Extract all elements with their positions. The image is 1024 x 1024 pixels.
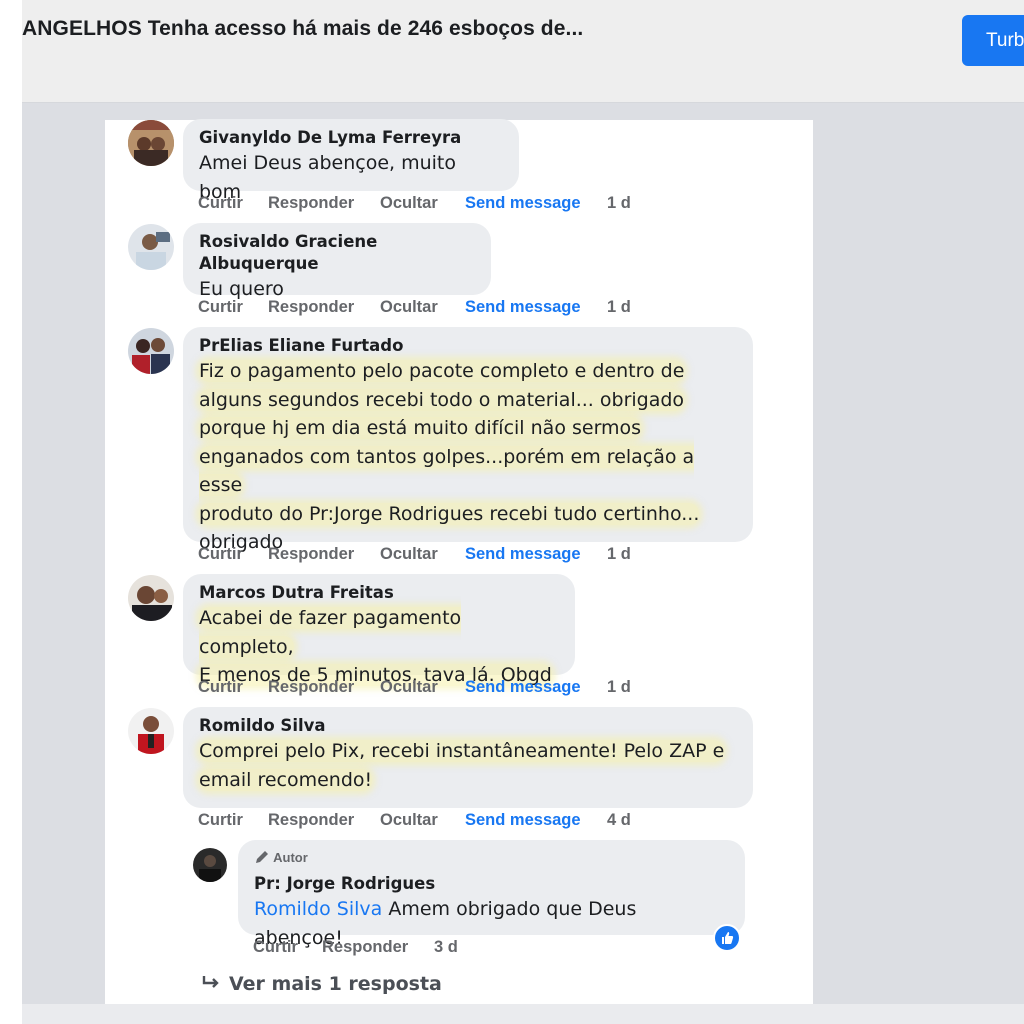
boost-button[interactable]: Turb bbox=[962, 15, 1024, 66]
send-message-button[interactable]: Send message bbox=[465, 678, 581, 697]
comment-time[interactable]: 4 d bbox=[607, 811, 631, 830]
reply-time[interactable]: 3 d bbox=[434, 938, 458, 957]
reply-arrow-icon bbox=[202, 976, 219, 988]
comment-author[interactable]: PrElias Eliane Furtado bbox=[199, 335, 737, 357]
pencil-icon bbox=[256, 851, 268, 863]
hide-button[interactable]: Ocultar bbox=[380, 811, 438, 830]
comment-time[interactable]: 1 d bbox=[607, 194, 631, 213]
send-message-button[interactable]: Send message bbox=[465, 811, 581, 830]
avatar[interactable] bbox=[128, 224, 174, 270]
hide-button[interactable]: Ocultar bbox=[380, 194, 438, 213]
comment-text: Comprei pelo Pix, recebi instantâneament… bbox=[199, 740, 725, 791]
reply-button[interactable]: Responder bbox=[268, 194, 354, 213]
reply-author[interactable]: Pr: Jorge Rodrigues bbox=[254, 873, 729, 895]
comment-author[interactable]: Romildo Silva bbox=[199, 715, 737, 737]
comment-time[interactable]: 1 d bbox=[607, 678, 631, 697]
reply-button[interactable]: Responder bbox=[268, 678, 354, 697]
more-replies-link[interactable]: Ver mais 1 resposta bbox=[201, 973, 442, 995]
reply-button[interactable]: Responder bbox=[268, 298, 354, 317]
comments-panel: Givanyldo De Lyma Ferreyra Amei Deus abe… bbox=[105, 119, 813, 1004]
avatar[interactable] bbox=[193, 848, 227, 882]
like-button[interactable]: Curtir bbox=[198, 298, 243, 317]
left-margin bbox=[0, 0, 22, 1024]
hide-button[interactable]: Ocultar bbox=[380, 298, 438, 317]
reply-button[interactable]: Responder bbox=[268, 811, 354, 830]
avatar[interactable] bbox=[128, 708, 174, 754]
like-button[interactable]: Curtir bbox=[198, 678, 243, 697]
comment-bubble: PrElias Eliane Furtado Fiz o pagamento p… bbox=[183, 327, 753, 553]
comment-text: Fiz o pagamento pelo pacote completo e d… bbox=[199, 360, 700, 553]
post-title: ANGELHOS Tenha acesso há mais de 246 esb… bbox=[22, 17, 584, 40]
comment-time[interactable]: 1 d bbox=[607, 545, 631, 564]
comment-author[interactable]: Givanyldo De Lyma Ferreyra bbox=[199, 127, 503, 149]
post-header: ANGELHOS Tenha acesso há mais de 246 esb… bbox=[22, 0, 1024, 103]
send-message-button[interactable]: Send message bbox=[465, 545, 581, 564]
like-button[interactable]: Curtir bbox=[198, 194, 243, 213]
avatar[interactable] bbox=[128, 328, 174, 374]
comment-bubble: Romildo Silva Comprei pelo Pix, recebi i… bbox=[183, 707, 753, 808]
comment-bubble: Marcos Dutra Freitas Acabei de fazer pag… bbox=[183, 574, 575, 686]
hide-button[interactable]: Ocultar bbox=[380, 545, 438, 564]
reply-button[interactable]: Responder bbox=[268, 545, 354, 564]
author-badge: Autor bbox=[254, 849, 308, 865]
like-reaction-icon[interactable] bbox=[713, 924, 741, 952]
like-button[interactable]: Curtir bbox=[253, 938, 298, 957]
reply-bubble: Autor Pr: Jorge Rodrigues Romildo Silva … bbox=[238, 840, 745, 949]
author-badge-label: Autor bbox=[273, 850, 308, 865]
avatar[interactable] bbox=[128, 575, 174, 621]
mention-link[interactable]: Romildo Silva bbox=[254, 898, 382, 920]
like-button[interactable]: Curtir bbox=[198, 545, 243, 564]
hide-button[interactable]: Ocultar bbox=[380, 678, 438, 697]
send-message-button[interactable]: Send message bbox=[465, 298, 581, 317]
panel-footer bbox=[22, 1004, 1024, 1024]
comment-author[interactable]: Rosivaldo Graciene Albuquerque bbox=[199, 231, 475, 275]
comment-author[interactable]: Marcos Dutra Freitas bbox=[199, 582, 559, 604]
comment-bubble: Rosivaldo Graciene Albuquerque Eu quero bbox=[183, 223, 491, 300]
comment-bubble: Givanyldo De Lyma Ferreyra Amei Deus abe… bbox=[183, 119, 519, 203]
reply-button[interactable]: Responder bbox=[322, 938, 408, 957]
send-message-button[interactable]: Send message bbox=[465, 194, 581, 213]
avatar[interactable] bbox=[128, 120, 174, 166]
like-button[interactable]: Curtir bbox=[198, 811, 243, 830]
comment-text: Acabei de fazer pagamento completo, E me… bbox=[199, 607, 552, 686]
comment-time[interactable]: 1 d bbox=[607, 298, 631, 317]
